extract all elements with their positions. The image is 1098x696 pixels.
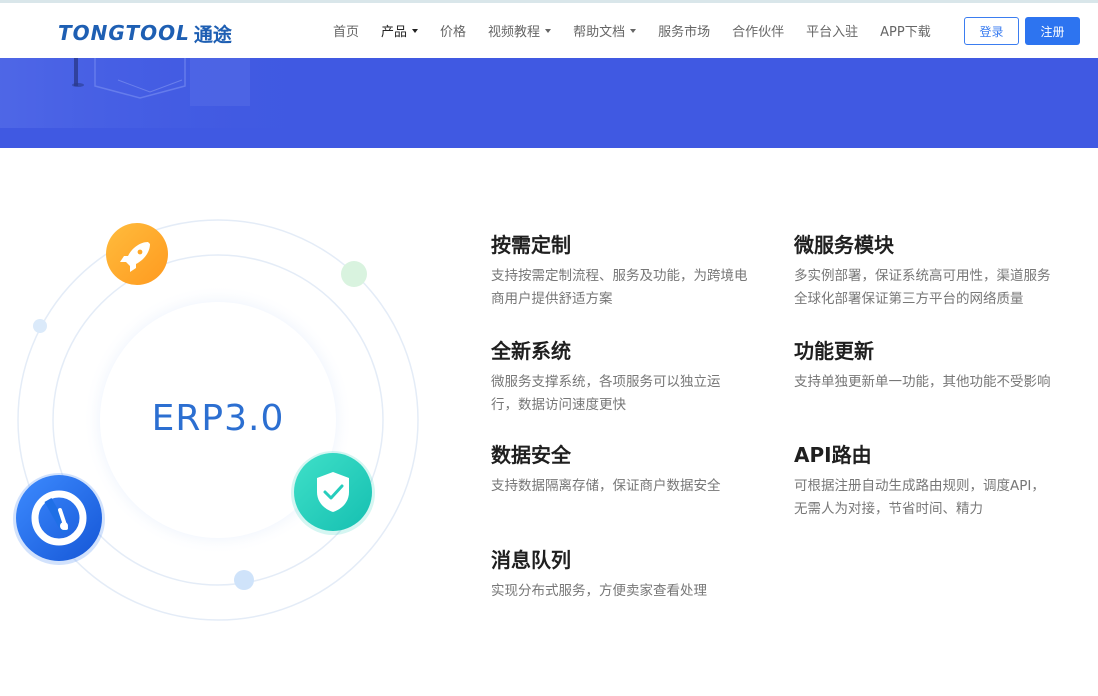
nav-label: 首页 <box>333 25 360 40</box>
nav-item-home[interactable]: 首页 <box>333 21 359 40</box>
chevron-down-icon <box>545 28 552 33</box>
feature-item: 功能更新 支持单独更新单一功能，其他功能不受影响 <box>794 338 1059 394</box>
chevron-down-icon <box>412 28 419 33</box>
logo-cn: 通途 <box>193 23 232 46</box>
feature-title: 微服务模块 <box>794 233 894 257</box>
nav-label: 合作伙伴 <box>732 25 785 40</box>
feature-desc: 支持按需定制流程、服务及功能，为跨境电商用户提供舒适方案 <box>491 268 748 307</box>
feature-desc: 支持单独更新单一功能，其他功能不受影响 <box>794 374 1051 390</box>
nav-item-partners[interactable]: 合作伙伴 <box>732 21 784 40</box>
register-button[interactable]: 注册 <box>1025 17 1080 45</box>
nav-label: 平台入驻 <box>806 25 859 40</box>
logo-text: TONGTOOL <box>58 21 190 45</box>
feature-title: 消息队列 <box>491 548 571 572</box>
hero-banner <box>0 58 1098 148</box>
feature-title: 功能更新 <box>794 339 874 363</box>
chevron-down-icon <box>630 28 637 33</box>
nav-label: 价格 <box>440 25 467 40</box>
nav-item-app-download[interactable]: APP下载 <box>880 21 931 40</box>
feature-item: 全新系统 微服务支撑系统，各项服务可以独立运行，数据访问速度更快 <box>491 338 746 417</box>
feature-item: API路由 可根据注册自动生成路由规则，调度API，无需人为对接，节省时间、精力 <box>794 442 1049 521</box>
feature-desc: 可根据注册自动生成路由规则，调度API，无需人为对接，节省时间、精力 <box>794 478 1045 517</box>
nav-label: 产品 <box>381 25 408 40</box>
speedometer-icon <box>13 473 105 565</box>
nav-label: 服务市场 <box>658 25 711 40</box>
feature-title: API路由 <box>794 443 872 467</box>
login-button[interactable]: 登录 <box>964 17 1019 45</box>
banner-decoration <box>0 58 330 128</box>
nav-label: 帮助文档 <box>573 25 626 40</box>
feature-desc: 多实例部署，保证系统高可用性，渠道服务全球化部署保证第三方平台的网络质量 <box>794 268 1051 307</box>
erp-version-label: ERP3.0 <box>151 398 285 439</box>
brand-logo[interactable]: TONGTOOL 通途 <box>58 20 232 46</box>
feature-item: 消息队列 实现分布式服务，方便卖家查看处理 <box>491 547 756 603</box>
nav-item-pricing[interactable]: 价格 <box>440 21 466 40</box>
feature-item: 按需定制 支持按需定制流程、服务及功能，为跨境电商用户提供舒适方案 <box>491 232 756 311</box>
feature-title: 按需定制 <box>491 233 571 257</box>
feature-title: 全新系统 <box>491 339 571 363</box>
nav-item-video-tutorials[interactable]: 视频教程 <box>488 21 552 40</box>
feature-item: 数据安全 支持数据隔离存储，保证商户数据安全 <box>491 442 756 498</box>
nav-label: 视频教程 <box>488 25 541 40</box>
nav-item-products[interactable]: 产品 <box>381 21 419 40</box>
navbar: TONGTOOL 通途 首页 产品 价格 视频教程 帮助文档 服务市场 合作伙伴… <box>0 3 1098 58</box>
shield-check-icon <box>291 451 375 535</box>
feature-desc: 微服务支撑系统，各项服务可以独立运行，数据访问速度更快 <box>491 374 721 413</box>
feature-item: 微服务模块 多实例部署，保证系统高可用性，渠道服务全球化部署保证第三方平台的网络… <box>794 232 1059 311</box>
feature-title: 数据安全 <box>491 443 571 467</box>
nav-item-service-market[interactable]: 服务市场 <box>658 21 710 40</box>
main-nav: 首页 产品 价格 视频教程 帮助文档 服务市场 合作伙伴 平台入驻 APP下载 <box>322 3 942 58</box>
feature-desc: 实现分布式服务，方便卖家查看处理 <box>491 583 707 599</box>
nav-label: APP下载 <box>880 25 931 40</box>
feature-desc: 支持数据隔离存储，保证商户数据安全 <box>491 478 721 494</box>
erp-illustration: ERP3.0 <box>0 148 460 696</box>
nav-item-platform-join[interactable]: 平台入驻 <box>806 21 858 40</box>
nav-item-help-docs[interactable]: 帮助文档 <box>573 21 637 40</box>
rocket-icon <box>106 223 168 285</box>
